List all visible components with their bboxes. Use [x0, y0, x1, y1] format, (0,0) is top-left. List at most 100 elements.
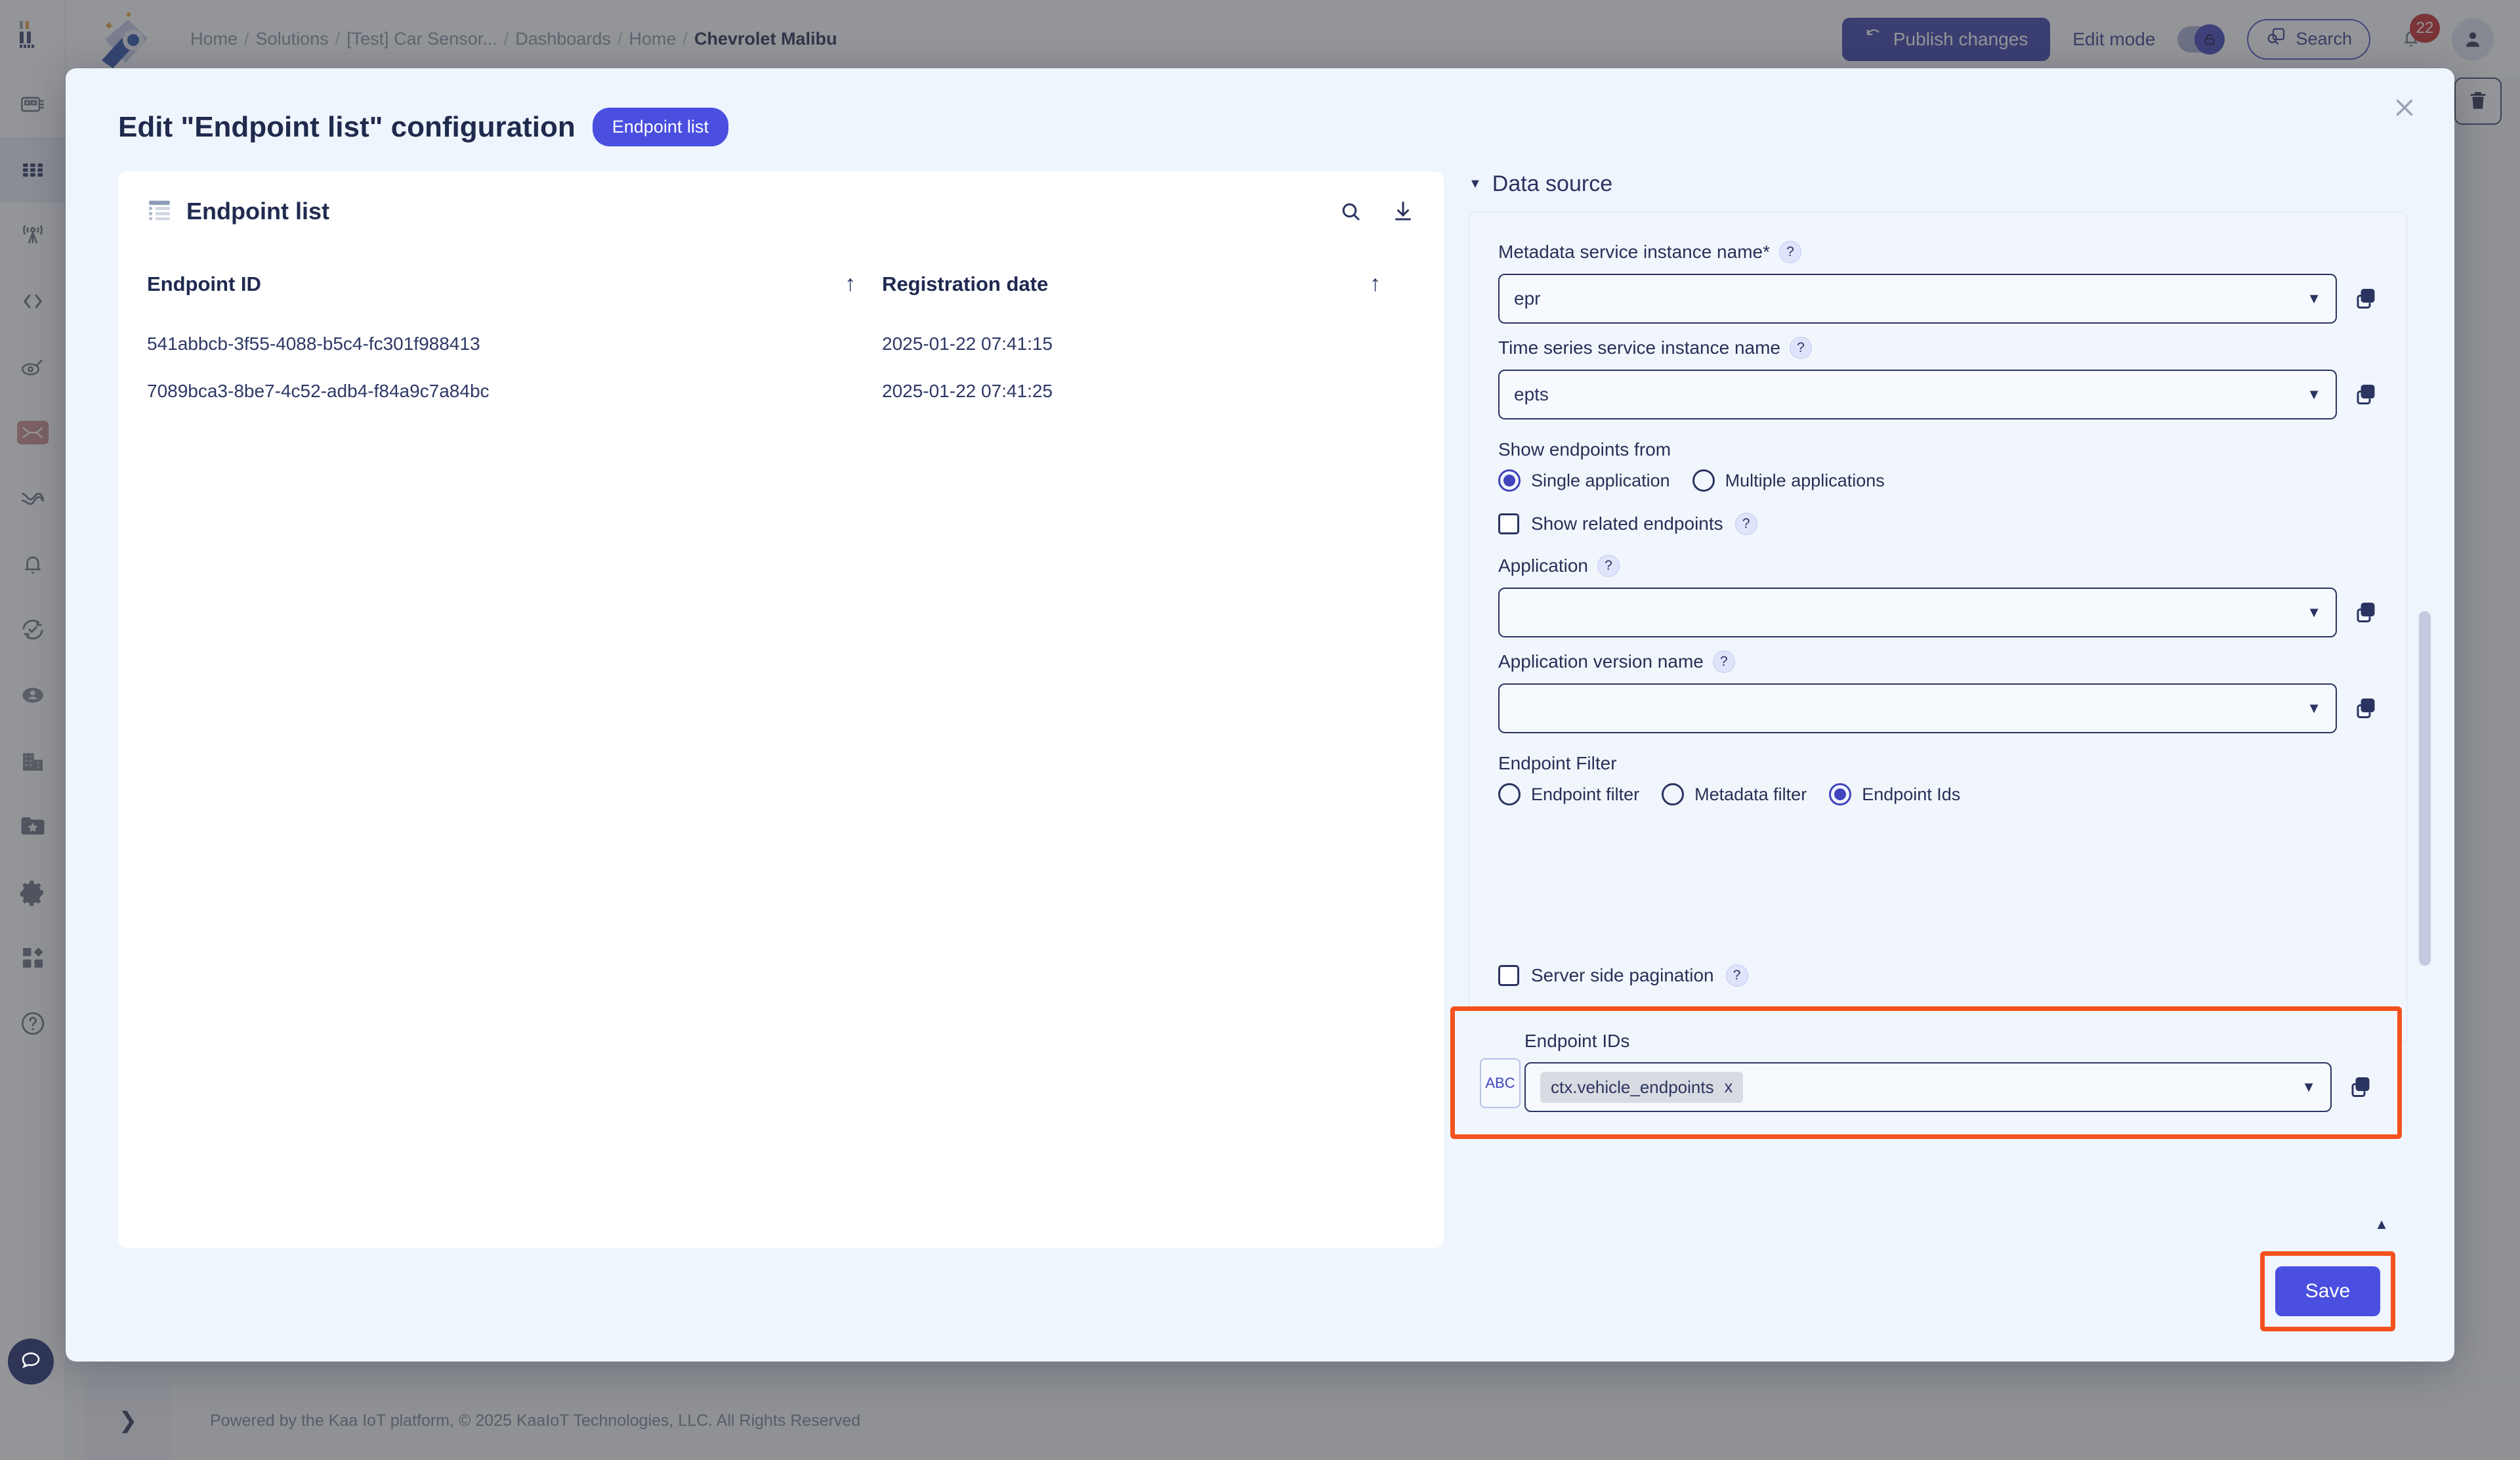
cell-registration-date: 2025-01-22 07:41:15	[882, 333, 1053, 354]
chat-bubble-icon	[19, 1348, 43, 1375]
sort-arrow-icon[interactable]: ↑	[845, 271, 856, 297]
remove-token-icon[interactable]: x	[1725, 1078, 1733, 1097]
column-header-endpoint-id[interactable]: Endpoint ID ↑	[147, 271, 882, 297]
radio-label: Single application	[1531, 470, 1670, 490]
close-icon[interactable]	[2386, 89, 2423, 126]
help-icon[interactable]: ?	[1597, 555, 1620, 577]
time-series-service-label-row: Time series service instance name ?	[1498, 337, 2378, 359]
help-icon[interactable]: ?	[1779, 241, 1801, 263]
endpoint-ids-token[interactable]: ctx.vehicle_endpoints x	[1540, 1071, 1744, 1103]
application-version-field: Application version name ? ▼	[1498, 651, 2378, 733]
show-endpoints-from-radio-group: Single application Multiple applications	[1498, 469, 2378, 492]
application-field: Application ? ▼	[1498, 555, 2378, 637]
search-icon[interactable]	[1339, 200, 1362, 223]
chevron-down-icon: ▼	[2307, 604, 2321, 620]
radio-endpoint-filter[interactable]: Endpoint filter	[1498, 783, 1639, 805]
application-version-row: ▼	[1498, 683, 2378, 733]
cell-registration-date: 2025-01-22 07:41:25	[882, 381, 1053, 401]
save-button-highlight: Save	[2260, 1251, 2395, 1331]
sort-arrow-icon[interactable]: ↑	[1370, 271, 1381, 297]
server-side-pagination-row: Server side pagination ?	[1498, 964, 2378, 987]
endpoint-ids-spacer	[1498, 805, 2378, 943]
metadata-service-label: Metadata service instance name*	[1498, 242, 1770, 262]
download-icon[interactable]	[1391, 200, 1415, 223]
chat-support-button[interactable]	[8, 1339, 54, 1385]
data-source-section-toggle[interactable]: ▼ Data source	[1469, 171, 2407, 197]
data-source-fields: Metadata service instance name* ? epr ▼	[1469, 211, 2407, 1044]
save-button[interactable]: Save	[2275, 1266, 2380, 1316]
endpoint-ids-label-row: Endpoint IDs	[1524, 1031, 2372, 1052]
modal-body: Endpoint list Endpoint ID ↑ Registration…	[66, 146, 2454, 1248]
endpoint-ids-row: ctx.vehicle_endpoints x ▼	[1524, 1062, 2372, 1112]
column-header-label: Registration date	[882, 272, 1049, 295]
radio-label: Endpoint Ids	[1862, 784, 1961, 804]
endpoint-ids-highlight: Endpoint IDs ctx.vehicle_endpoints x ▼ A…	[1450, 1006, 2402, 1139]
cell-endpoint-id: 7089bca3-8be7-4c52-adb4-f84a9c7a84bc	[147, 381, 490, 401]
column-header-registration-date[interactable]: Registration date ↑	[882, 271, 1407, 297]
config-scrollbar[interactable]	[2419, 171, 2431, 1195]
edit-widget-modal: Edit "Endpoint list" configuration Endpo…	[66, 68, 2454, 1362]
application-row: ▼	[1498, 588, 2378, 637]
endpoint-ids-token-label: ctx.vehicle_endpoints	[1551, 1077, 1714, 1097]
application-label-row: Application ?	[1498, 555, 2378, 577]
list-icon	[147, 200, 172, 224]
metadata-service-field: Metadata service instance name* ? epr ▼	[1498, 241, 2378, 324]
column-header-label: Endpoint ID	[147, 272, 261, 295]
metadata-service-value: epr	[1514, 288, 1541, 309]
radio-metadata-filter[interactable]: Metadata filter	[1662, 783, 1807, 805]
time-series-service-label: Time series service instance name	[1498, 337, 1781, 358]
widget-type-chip[interactable]: Endpoint list	[592, 108, 728, 146]
help-icon[interactable]: ?	[1725, 964, 1748, 987]
chevron-down-icon: ▼	[2301, 1079, 2316, 1095]
help-icon[interactable]: ?	[1790, 337, 1813, 359]
radio-single-application[interactable]: Single application	[1498, 469, 1670, 492]
server-side-pagination-checkbox[interactable]	[1498, 965, 1519, 986]
show-related-endpoints-checkbox[interactable]	[1498, 513, 1519, 534]
chevron-down-icon: ▼	[2307, 700, 2321, 716]
help-icon[interactable]: ?	[1734, 513, 1757, 535]
copy-icon[interactable]	[2349, 1075, 2372, 1099]
time-series-service-value: epts	[1514, 384, 1549, 404]
collapse-caret-icon[interactable]: ▲	[2374, 1216, 2389, 1233]
application-version-label-row: Application version name ?	[1498, 651, 2378, 673]
application-version-select[interactable]: ▼	[1498, 683, 2337, 733]
radio-indicator	[1692, 469, 1715, 492]
radio-endpoint-ids[interactable]: Endpoint Ids	[1829, 783, 1960, 805]
config-scrollbar-thumb[interactable]	[2419, 611, 2431, 966]
table-row[interactable]: 7089bca3-8be7-4c52-adb4-f84a9c7a84bc 202…	[147, 354, 1415, 402]
radio-indicator	[1829, 783, 1852, 805]
copy-icon[interactable]	[2354, 383, 2378, 406]
cell-endpoint-id: 541abbcb-3f55-4088-b5c4-fc301f988413	[147, 333, 480, 354]
preview-title: Endpoint list	[186, 198, 329, 225]
endpoint-filter-radio-group: Endpoint filter Metadata filter Endpoint…	[1498, 783, 2378, 805]
radio-indicator	[1662, 783, 1685, 805]
endpoint-ids-label: Endpoint IDs	[1524, 1031, 1630, 1051]
radio-multiple-applications[interactable]: Multiple applications	[1692, 469, 1885, 492]
metadata-service-row: epr ▼	[1498, 274, 2378, 324]
endpoint-filter-label: Endpoint Filter	[1498, 753, 1617, 773]
show-endpoints-from-label: Show endpoints from	[1498, 439, 1671, 460]
metadata-service-select[interactable]: epr ▼	[1498, 274, 2337, 324]
widget-preview-card: Endpoint list Endpoint ID ↑ Registration…	[118, 171, 1444, 1248]
endpoint-ids-select[interactable]: ctx.vehicle_endpoints x ▼	[1524, 1062, 2332, 1112]
copy-icon[interactable]	[2354, 697, 2378, 720]
table-row[interactable]: 541abbcb-3f55-4088-b5c4-fc301f988413 202…	[147, 307, 1415, 354]
chevron-down-icon: ▼	[2307, 290, 2321, 307]
copy-icon[interactable]	[2354, 287, 2378, 311]
radio-indicator	[1498, 469, 1521, 492]
application-select[interactable]: ▼	[1498, 588, 2337, 637]
chevron-down-icon: ▼	[2307, 386, 2321, 402]
data-source-section-label: Data source	[1492, 171, 1613, 196]
preview-actions	[1339, 200, 1415, 223]
metadata-service-label-row: Metadata service instance name* ?	[1498, 241, 2378, 263]
application-label: Application	[1498, 555, 1588, 576]
radio-label: Endpoint filter	[1531, 784, 1640, 804]
time-series-service-select[interactable]: epts ▼	[1498, 370, 2337, 419]
help-icon[interactable]: ?	[1712, 651, 1735, 673]
show-related-endpoints-row: Show related endpoints ?	[1498, 513, 2378, 535]
endpoint-list-table: Endpoint ID ↑ Registration date ↑ 541abb…	[147, 271, 1415, 402]
time-series-service-field: Time series service instance name ? epts…	[1498, 337, 2378, 419]
server-side-pagination-label: Server side pagination	[1531, 965, 1714, 985]
abc-mode-badge[interactable]: ABC	[1480, 1058, 1521, 1108]
copy-icon[interactable]	[2354, 601, 2378, 624]
